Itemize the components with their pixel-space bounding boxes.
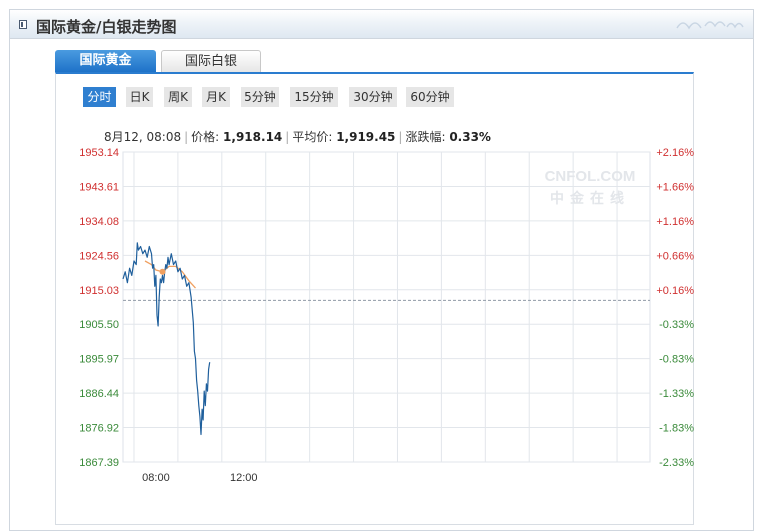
right-tick-label: -1.83% — [659, 423, 694, 435]
y-tick-label: 1895.97 — [79, 354, 119, 366]
y-tick-label: 1953.14 — [79, 147, 119, 159]
watermark-text: CNFOL.COM — [545, 168, 636, 185]
price-chart: CNFOL.COM 中金在线 1953.14 +2.16% 1943.61 +1.66… — [79, 147, 694, 484]
y-tick-label: 1934.08 — [79, 216, 119, 228]
right-tick-label: +1.66% — [656, 181, 694, 193]
price-line — [122, 242, 211, 436]
watermark-subtext: 中金在线 — [550, 190, 630, 207]
y-tick-label: 1915.03 — [79, 285, 119, 297]
right-tick-label: +2.16% — [656, 147, 694, 159]
right-tick-label: -1.33% — [659, 388, 694, 400]
x-tick-label: 08:00 — [142, 472, 170, 484]
right-tick-label: +0.66% — [656, 250, 694, 262]
right-tick-label: -2.33% — [659, 457, 694, 469]
x-tick-label: 12:00 — [230, 472, 258, 484]
right-tick-label: -0.83% — [659, 354, 694, 366]
average-price-marker — [159, 268, 166, 275]
y-tick-label: 1924.56 — [79, 250, 119, 262]
y-tick-label: 1886.44 — [79, 388, 119, 400]
y-tick-label: 1943.61 — [79, 181, 119, 193]
y-tick-label: 1876.92 — [79, 423, 119, 435]
watermark: CNFOL.COM 中金在线 — [545, 168, 636, 207]
chart-lines — [122, 242, 211, 436]
right-tick-label: +1.16% — [656, 216, 694, 228]
right-tick-label: -0.33% — [659, 319, 694, 331]
y-tick-label: 1867.39 — [79, 457, 119, 469]
right-tick-label: +0.16% — [656, 285, 694, 297]
y-tick-label: 1905.50 — [79, 319, 119, 331]
